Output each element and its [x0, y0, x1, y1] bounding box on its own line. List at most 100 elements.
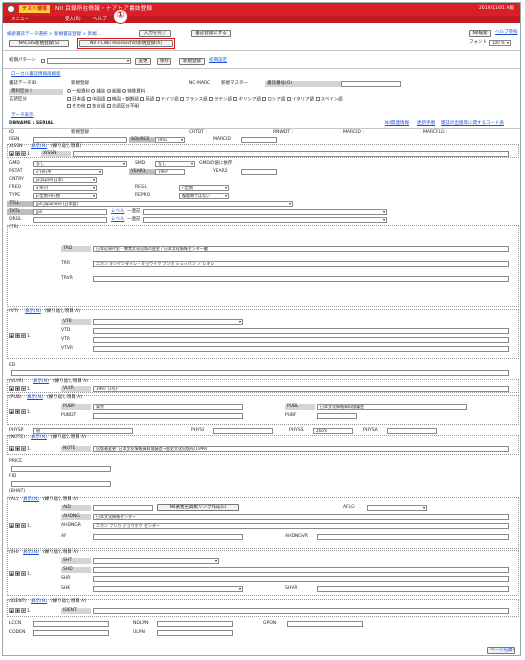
tab-nii-cinii-new[interactable]: NII＋CiNii Researchの新規登録(X): [79, 40, 173, 47]
ident-input[interactable]: [93, 608, 509, 614]
xissn-show-link[interactable]: 表示(N): [31, 144, 47, 150]
pub-row-controls[interactable]: ▲ ▼ +1.: [9, 409, 31, 416]
record-number-input[interactable]: [341, 81, 401, 87]
language-option-russian[interactable]: ロシア語: [267, 98, 285, 103]
fid-input[interactable]: [11, 481, 111, 487]
update-history-link[interactable]: 更新手順: [417, 121, 435, 127]
pattern-save-button[interactable]: 保存: [157, 58, 171, 65]
ndlpn-input[interactable]: [157, 621, 233, 627]
nii-related-info-link[interactable]: NII関連情報: [385, 121, 409, 127]
local-search-link[interactable]: ローカル書誌情報再検索: [11, 72, 61, 78]
vtd-input[interactable]: [93, 328, 509, 334]
language-option-latin[interactable]: ラテン語: [214, 98, 232, 103]
type-select[interactable]: p:定期刊行物: [33, 193, 97, 199]
smd-select[interactable]: なし: [155, 161, 195, 167]
al-show-link[interactable]: 表示(N): [23, 497, 39, 503]
language-option-japanese[interactable]: 日本語: [72, 98, 86, 103]
pstat-select[interactable]: c:刊行中: [33, 169, 103, 175]
font-size-select[interactable]: 100 %: [489, 40, 511, 46]
orgl-input[interactable]: [33, 217, 107, 223]
regl-select[interactable]: r:定期: [179, 185, 229, 191]
language-option-greek[interactable]: ギリシア語: [238, 98, 261, 103]
txtl-input[interactable]: jpn: [33, 209, 107, 215]
book-register-button[interactable]: 書誌登録にする: [191, 30, 231, 37]
breadcrumb[interactable]: 検索書誌データ選択 > 新規書誌登録 > 新規...: [7, 31, 101, 37]
vlyr-show-link[interactable]: 表示(N): [33, 379, 49, 385]
language-options-row1[interactable]: 日本語 中国語 韓国・朝鮮語 英語 ドイツ語 フランス語 ラテン語 ギリシア語 …: [67, 97, 343, 104]
year1-input[interactable]: 1997: [155, 169, 185, 175]
coden-input[interactable]: [33, 630, 109, 636]
ulpn-input[interactable]: [157, 630, 233, 636]
tab-nacsis-new[interactable]: NACSIS新規登録(S): [9, 40, 69, 47]
sht-select[interactable]: [93, 558, 219, 564]
language-option-chinese[interactable]: 中国語: [92, 98, 106, 103]
txtl-select[interactable]: [143, 209, 387, 215]
pattern-checkbox[interactable]: [41, 59, 45, 63]
help-link[interactable]: ヘルプ参照: [495, 30, 518, 36]
shvr-input[interactable]: [317, 586, 509, 592]
pattern-change-button[interactable]: 変更: [135, 58, 151, 65]
material-type-option-general[interactable]: 一般資料: [72, 90, 90, 95]
af-input[interactable]: [93, 534, 243, 540]
page-top-button[interactable]: ページ先頭へ: [487, 647, 515, 654]
ident-row-controls[interactable]: ▲ ▼ +1.: [9, 608, 31, 615]
gmd-select[interactable]: なし: [33, 161, 127, 167]
data-display-link[interactable]: データ表示: [11, 113, 34, 119]
language-option-italian[interactable]: イタリア語: [292, 98, 314, 103]
material-type-options[interactable]: 一般資料 雑誌 新聞 特殊資料: [67, 89, 145, 96]
ident-show-link[interactable]: 表示(N): [31, 599, 47, 605]
shd-input[interactable]: [93, 567, 509, 573]
lccn-input[interactable]: [33, 621, 109, 627]
txtl-level-link[interactable]: レベル: [111, 209, 125, 215]
vlyr-row-controls[interactable]: ▲ ▼ +1.: [9, 386, 31, 393]
language-option-korean[interactable]: 韓国・朝鮮語: [112, 98, 139, 103]
ahdngr-input[interactable]: ニホン ブンカ ジョウホウ センター: [93, 523, 509, 529]
vtvr-input[interactable]: [93, 346, 509, 352]
al-row-controls[interactable]: ▲ ▼ +1.: [9, 523, 31, 530]
issn-input[interactable]: [33, 137, 127, 143]
vt-row-controls[interactable]: ▲ ▼ +1.: [9, 333, 31, 340]
note-input[interactable]: 出版者変更: 日本文化情報資料協議会→歴史文化出版社(1999): [93, 446, 509, 452]
vlyr-input[interactable]: 1997 (1号)-: [93, 386, 509, 392]
source-select[interactable]: ORG: [155, 137, 185, 143]
marcid-input[interactable]: [241, 137, 277, 143]
freq-select[interactable]: a:年刊: [33, 185, 97, 191]
vtk-select[interactable]: [93, 319, 243, 325]
pattern-initial-link[interactable]: 初期設定: [209, 58, 227, 64]
shk-select[interactable]: [93, 586, 243, 592]
menu-item-help[interactable]: ヘルプ: [93, 16, 107, 23]
ahdng-input[interactable]: 日本文化情報センター: [93, 514, 509, 520]
orgl-level-link[interactable]: レベル: [111, 217, 125, 223]
language-option-other[interactable]: その他: [72, 105, 86, 110]
menu-item-main[interactable]: メニュー: [11, 16, 29, 23]
trd-input[interactable]: 日本近現代史・教育文化出版の歴史 / 日本文化情報センター編: [93, 246, 509, 252]
physi-input[interactable]: [213, 428, 273, 434]
pattern-select[interactable]: [47, 58, 131, 64]
orgl-select[interactable]: [143, 217, 387, 223]
vt-show-link[interactable]: 表示(N): [25, 309, 41, 315]
language-option-spanish[interactable]: スペイン語: [321, 98, 343, 103]
ttll-select[interactable]: jpn:Japanese (日本語): [33, 201, 293, 207]
trr-input[interactable]: ニホン キンゲンダイシ・キョウイク ブンカ シュッパン ノ レキシ: [93, 261, 509, 267]
cntry-select[interactable]: ja:Japan(日本): [33, 177, 97, 183]
pubp-input[interactable]: 東京: [93, 404, 243, 410]
pubf-input[interactable]: [317, 413, 357, 419]
aid-input[interactable]: [93, 505, 153, 511]
ahdngvr-input[interactable]: [317, 534, 509, 540]
language-option-multi[interactable]: 多言語: [92, 105, 106, 110]
material-type-option-journal[interactable]: 雑誌: [96, 90, 105, 95]
finish-input-button[interactable]: 入力を完了: [139, 30, 171, 37]
ed-input[interactable]: [11, 370, 509, 376]
price-input[interactable]: [11, 466, 111, 472]
sh-show-link[interactable]: 表示(N): [23, 550, 39, 556]
author-link-create-button[interactable]: NII著者名典拠リンク作成(L): [157, 504, 239, 511]
sh-row-controls[interactable]: ▲ ▼ +1.: [9, 571, 31, 578]
material-type-option-newspaper[interactable]: 新聞: [112, 90, 121, 95]
language-option-english[interactable]: 英語: [145, 98, 154, 103]
menu-item-receive[interactable]: 受入(R): [65, 16, 81, 23]
physs-input[interactable]: 26cm: [313, 428, 353, 434]
pubdt-input[interactable]: [93, 413, 243, 419]
note-show-link[interactable]: 表示(N): [31, 435, 47, 441]
code-table-link[interactable]: 雑誌の出版等に関するコード表: [441, 121, 504, 127]
gpon-input[interactable]: [287, 621, 363, 627]
